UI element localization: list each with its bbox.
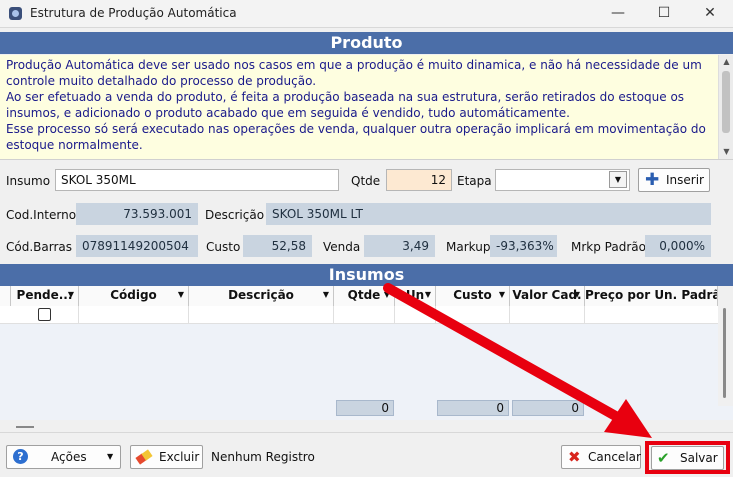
annotation-arrow (383, 283, 652, 438)
